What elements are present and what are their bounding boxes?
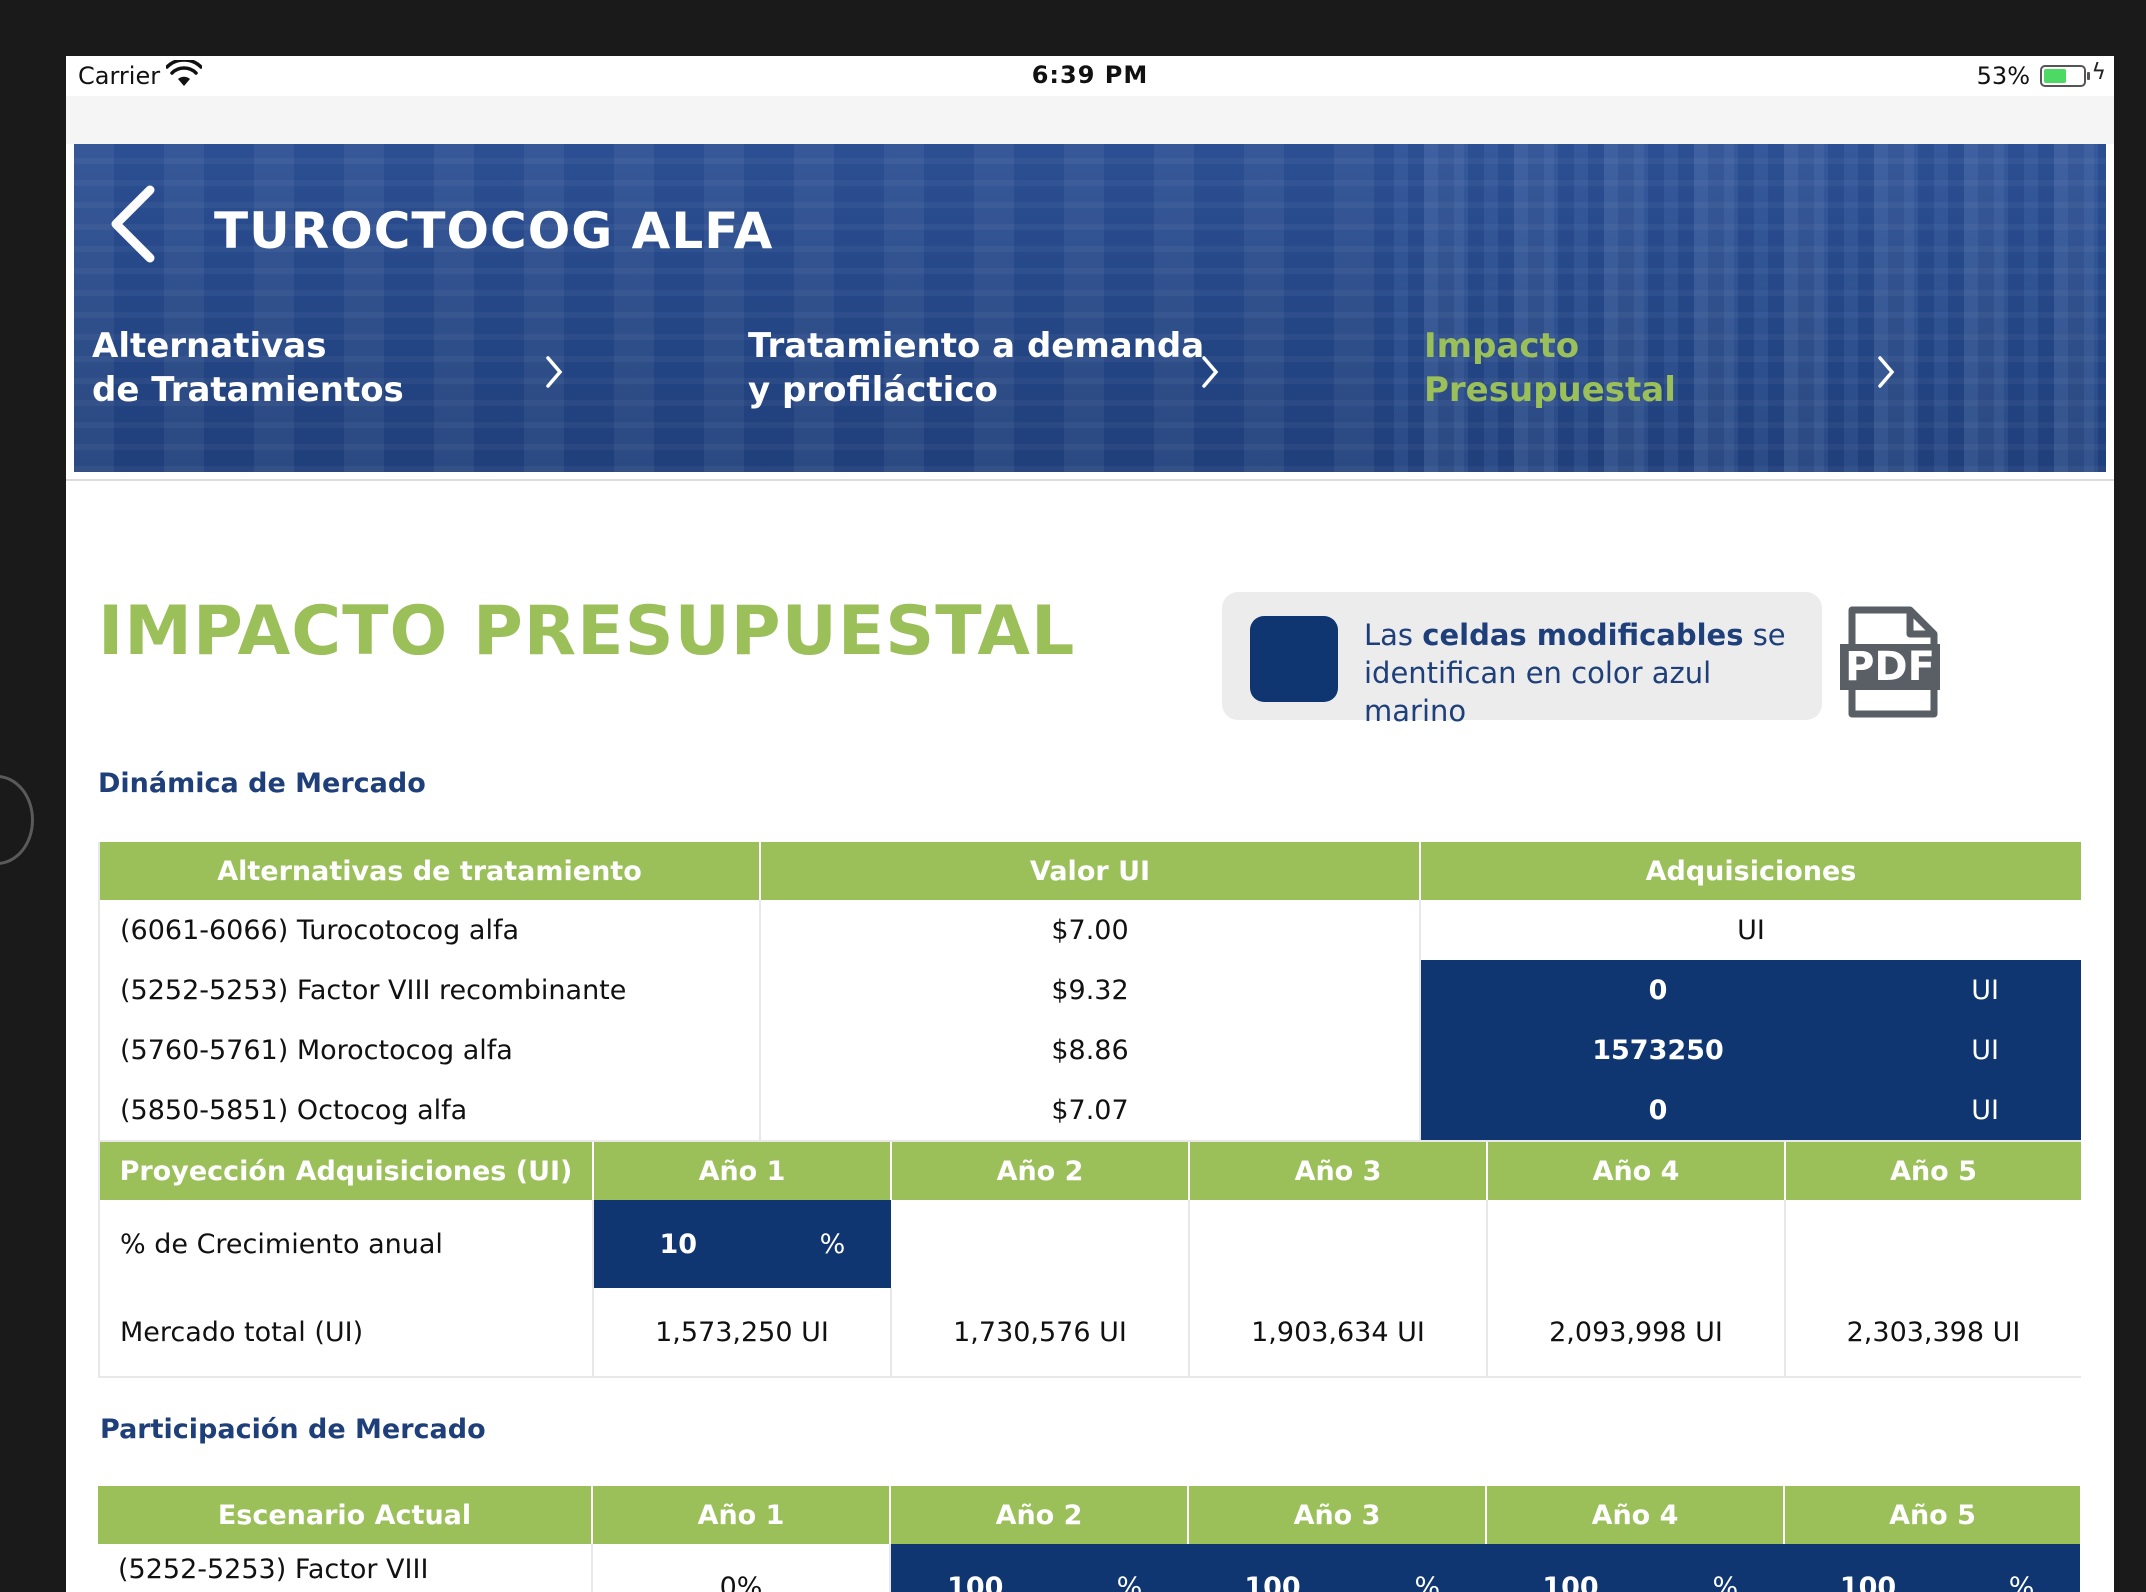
column-header: Año 5 [1785, 1142, 2081, 1200]
empty-cell [891, 1200, 1190, 1288]
column-header: Valor UI [760, 842, 1421, 900]
share-input-year-3[interactable]: 100% [1188, 1544, 1486, 1592]
projection-table: Proyección Adquisiciones (UI) Año 1 Año … [98, 1142, 2081, 1378]
column-header: Año 1 [593, 1142, 892, 1200]
editable-cells-legend: Las celdas modificables se identifican e… [1222, 592, 1822, 728]
growth-label: % de Crecimiento anual [99, 1200, 594, 1288]
total-year-2: 1,730,576 UI [891, 1288, 1190, 1377]
section-title-participacion: Participación de Mercado [100, 1414, 486, 1445]
market-share-table: Escenario Actual Año 1 Año 2 Año 3 Año 4… [98, 1486, 2080, 1592]
growth-rate-input[interactable]: 10% [593, 1200, 891, 1288]
unit-value: $9.32 [760, 960, 1421, 1020]
column-header: Año 4 [1487, 1142, 1786, 1200]
column-header: Alternativas de tratamiento [99, 842, 761, 900]
nav-alternativas-tratamientos[interactable]: Alternativas de Tratamientos [92, 324, 572, 424]
column-header: Año 2 [891, 1142, 1190, 1200]
unit-value: $8.86 [760, 1020, 1421, 1080]
unit-value: $7.00 [760, 900, 1421, 960]
status-bar: Carrier 6:39 PM 53% ϟ [66, 56, 2114, 96]
total-year-1: 1,573,250 UI [593, 1288, 892, 1377]
charging-icon: ϟ [2091, 60, 2106, 85]
treatment-name: (6061-6066) Turocotocog alfa [99, 900, 761, 960]
back-button[interactable] [104, 184, 164, 264]
clock: 6:39 PM [1031, 61, 1149, 89]
nav-line-1: Tratamiento a demanda [748, 326, 1205, 366]
pdf-icon: PDF [1840, 606, 1940, 718]
chevron-right-icon [1202, 356, 1219, 388]
legend-text: Las celdas modificables se identifican e… [1364, 618, 1786, 728]
acquisitions-input[interactable]: 0 UI [1420, 1080, 2081, 1141]
treatment-name: (5252-5253) Factor VIII [98, 1544, 593, 1592]
acquisitions-input[interactable]: 1573250 UI [1420, 1020, 2081, 1080]
column-header: Proyección Adquisiciones (UI) [99, 1142, 594, 1200]
table-header-row: Alternativas de tratamiento Valor UI Adq… [99, 842, 2081, 900]
chevron-left-icon [111, 185, 155, 263]
treatment-name: (5760-5761) Moroctocog alfa [99, 1020, 761, 1080]
pdf-export-button[interactable]: PDF [1838, 604, 1948, 720]
side-scroll-indicator [0, 775, 34, 865]
table-row: (5252-5253) Factor VIII recombinante $9.… [99, 960, 2081, 1020]
table-header-row: Proyección Adquisiciones (UI) Año 1 Año … [99, 1142, 2081, 1200]
column-header: Año 2 [890, 1486, 1189, 1544]
acquisitions-unit: UI [1737, 914, 1765, 946]
battery-percent: 53% [1976, 62, 2030, 90]
column-header: Escenario Actual [98, 1486, 593, 1544]
total-year-4: 2,093,998 UI [1487, 1288, 1786, 1377]
column-header: Año 3 [1188, 1486, 1487, 1544]
nav-impacto-presupuestal[interactable]: Impacto Presupuestal [1424, 324, 1904, 424]
total-market-label: Mercado total (UI) [99, 1288, 594, 1377]
section-title-dinamica: Dinámica de Mercado [98, 768, 426, 799]
share-input-year-5[interactable]: 100% [1784, 1544, 2080, 1592]
table-row: (5760-5761) Moroctocog alfa $8.86 157325… [99, 1020, 2081, 1080]
nav-line-2: y profiláctico [748, 370, 998, 410]
table-row: (5850-5851) Octocog alfa $7.07 0 UI [99, 1080, 2081, 1141]
acquisitions-input[interactable]: 0 UI [1420, 960, 2081, 1020]
nav-tratamiento-demanda[interactable]: Tratamiento a demanda y profiláctico [748, 324, 1228, 424]
treatment-name: (5252-5253) Factor VIII recombinante [99, 960, 761, 1020]
column-header: Año 4 [1486, 1486, 1785, 1544]
share-year-1: 0% [592, 1544, 891, 1592]
top-spacer [66, 96, 2114, 144]
header-banner: TUROCTOCOG ALFA Alternativas de Tratamien… [74, 144, 2106, 472]
app-screen: Carrier 6:39 PM 53% ϟ TUROCTOCOG ALFA Al… [66, 56, 2114, 1592]
navy-swatch [1250, 616, 1338, 702]
nav-line-2: Presupuestal [1424, 370, 1676, 410]
total-year-5: 2,303,398 UI [1846, 1316, 2021, 1348]
nav-line-1: Impacto [1424, 326, 1580, 366]
table-header-row: Escenario Actual Año 1 Año 2 Año 3 Año 4… [98, 1486, 2080, 1544]
empty-cell [1487, 1200, 1786, 1288]
column-header: Adquisiciones [1420, 842, 2081, 900]
treatment-name: (5850-5851) Octocog alfa [99, 1080, 761, 1141]
unit-value: $7.07 [760, 1080, 1421, 1141]
empty-cell [1785, 1200, 2081, 1288]
battery-icon [2040, 65, 2090, 87]
total-year-3: 1,903,634 UI [1189, 1288, 1488, 1377]
svg-text:PDF: PDF [1845, 644, 1935, 690]
page-header-title: TUROCTOCOG ALFA [214, 202, 774, 260]
market-dynamics-table: Alternativas de tratamiento Valor UI Adq… [98, 842, 2081, 1142]
empty-cell [1189, 1200, 1488, 1288]
table-row: (6061-6066) Turocotocog alfa $7.00 UI [99, 900, 2081, 960]
column-header: Año 3 [1189, 1142, 1488, 1200]
chevron-right-icon [546, 356, 563, 388]
column-header: Año 5 [1784, 1486, 2080, 1544]
nav-line-1: Alternativas [92, 326, 327, 366]
share-input-year-4[interactable]: 100% [1486, 1544, 1784, 1592]
page-title: IMPACTO PRESUPUESTAL [98, 592, 1076, 671]
table-row: Mercado total (UI) 1,573,250 UI 1,730,57… [99, 1288, 2081, 1377]
chevron-right-icon [1878, 356, 1895, 388]
column-header: Año 1 [592, 1486, 891, 1544]
share-input-year-2[interactable]: 100% [890, 1544, 1188, 1592]
header-divider [66, 479, 2114, 481]
table-row: (5252-5253) Factor VIII 0% 100% 100% 100… [98, 1544, 2080, 1592]
nav-line-2: de Tratamientos [92, 370, 404, 410]
table-row: % de Crecimiento anual 10% [99, 1200, 2081, 1288]
